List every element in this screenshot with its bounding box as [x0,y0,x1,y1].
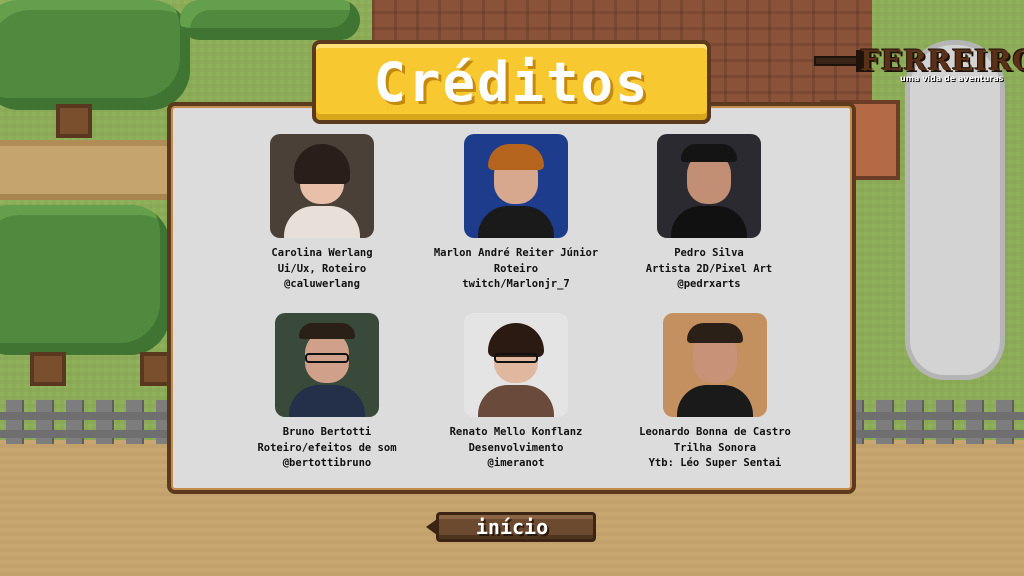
tree-trunk [30,352,66,386]
credits-panel: Carolina Werlang Ui/Ux, Roteiro @caluwer… [167,102,856,494]
credit-role: Ui/Ux, Roteiro [277,262,367,275]
page-title: Créditos [373,50,650,114]
avatar [270,134,374,238]
credit-handle: @bertottibruno [282,457,372,469]
tree-top-left [0,0,190,110]
credit-name: Bruno Bertotti [282,426,372,438]
credit-handle: @caluwerlang [284,278,360,290]
tree-mid-left [0,205,170,355]
credit-role: Roteiro/efeitos de som [257,441,397,454]
avatar [464,313,568,417]
tree-trunk [56,104,92,138]
title-banner: Créditos [312,40,711,124]
credit-handle: Ytb: Léo Super Sentai [648,457,782,469]
credit-card: Marlon André Reiter Júnior Roteiro twitc… [416,134,616,293]
credit-name: Leonardo Bonna de Castro [639,426,791,438]
credit-handle: @imeranot [487,457,545,469]
tree-top [180,0,360,40]
credit-name: Carolina Werlang [271,247,373,259]
inicio-button[interactable]: início [426,509,598,545]
credit-handle: twitch/Marlonjr_7 [462,278,570,290]
credit-card: Carolina Werlang Ui/Ux, Roteiro @caluwer… [222,134,422,293]
credit-card: Bruno Bertotti Roteiro/efeitos de som @b… [227,313,427,472]
stone-pillar [905,40,1005,380]
credit-card: Leonardo Bonna de Castro Trilha Sonora Y… [615,313,815,472]
credit-card: Renato Mello Konflanz Desenvolvimento @i… [416,313,616,472]
avatar [464,134,568,238]
credit-handle: @pedrxarts [677,278,741,290]
avatar [657,134,761,238]
credit-role: Artista 2D/Pixel Art [645,262,773,275]
credit-name: Pedro Silva [674,247,744,259]
credit-role: Roteiro [493,262,539,275]
credit-role: Desenvolvimento [468,441,564,454]
logo-title: FERREIRO [860,44,1024,77]
credit-name: Marlon André Reiter Júnior [433,247,599,259]
logo-subtitle: uma vida de aventuras [900,74,1004,83]
inicio-label: início [475,515,549,539]
avatar [663,313,767,417]
credit-role: Trilha Sonora [673,441,757,454]
credit-name: Renato Mello Konflanz [449,426,583,438]
avatar [275,313,379,417]
game-logo: FERREIRO uma vida de aventuras [814,44,1024,88]
credit-card: Pedro Silva Artista 2D/Pixel Art @pedrxa… [609,134,809,293]
